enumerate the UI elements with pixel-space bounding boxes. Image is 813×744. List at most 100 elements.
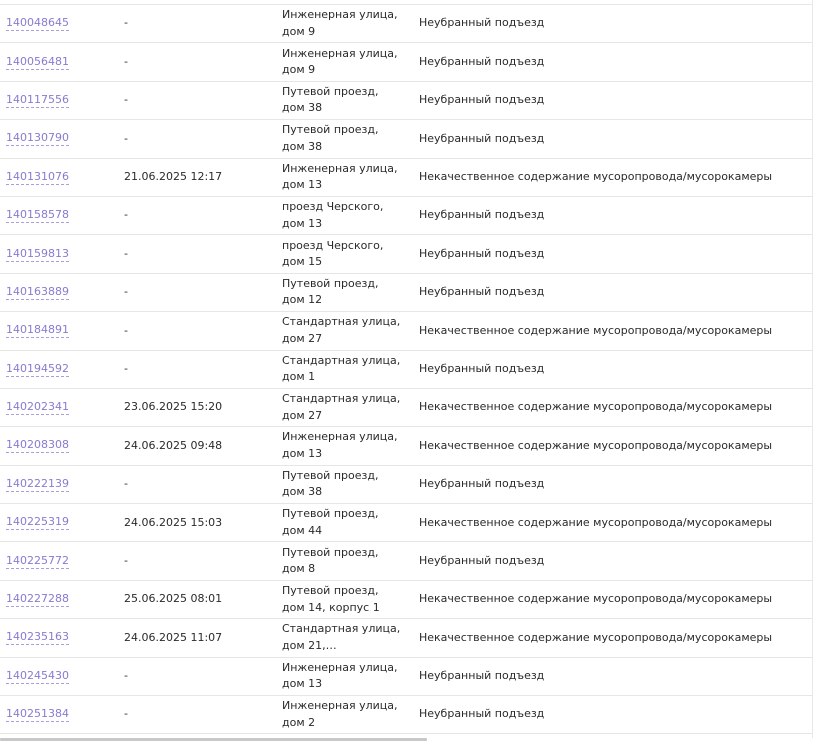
appeal-date: - (124, 131, 128, 145)
appeal-address: Стандартная улица, дом 1 (282, 353, 401, 384)
table-row: 140202341 23.06.2025 15:20 Стандартная ули… (0, 389, 813, 428)
appeal-type: Неубранный подъезд (419, 16, 545, 30)
appeal-type: Неубранный подъезд (419, 669, 545, 683)
horizontal-scrollbar[interactable] (0, 738, 427, 741)
appeal-type: Неубранный подъезд (419, 93, 545, 107)
appeal-id-link[interactable]: 140225772 (6, 554, 69, 569)
appeal-date: - (124, 208, 128, 222)
cell-date: 25.06.2025 08:01 (124, 581, 274, 618)
table-row: 140159813 - проезд Черского, дом 15 Неубран… (0, 235, 813, 274)
appeal-type: Некачественное содержание мусоропровода/… (419, 438, 773, 452)
cell-address: проезд Черского, дом 15 (282, 235, 404, 272)
appeal-id-link[interactable]: 140251384 (6, 707, 69, 723)
cell-id: 140184891 (6, 312, 116, 349)
appeal-id-link[interactable]: 140117556 (6, 93, 69, 108)
cell-address: Инженерная улица, дом 13 (282, 427, 404, 464)
appeal-id-link[interactable]: 140202341 (6, 400, 69, 416)
appeal-date: - (124, 553, 128, 567)
appeal-address: Инженерная улица, дом 13 (282, 660, 398, 691)
appeal-id-link[interactable]: 140048645 (6, 16, 69, 32)
appeal-id-link[interactable]: 140194592 (6, 362, 69, 377)
appeal-id-link[interactable]: 140131076 (6, 170, 69, 185)
cell-type: Неубранный подъезд (419, 696, 809, 733)
cell-address: Путевой проезд, дом 14, корпус 1 (282, 581, 404, 618)
cell-type: Неубранный подъезд (419, 82, 809, 119)
cell-id: 140222139 (6, 466, 116, 503)
cell-id: 140117556 (6, 82, 116, 119)
appeal-address: Путевой проезд, дом 44 (282, 507, 379, 537)
cell-address: Стандартная улица, дом 21,… (282, 619, 404, 656)
appeal-type: Неубранный подъезд (419, 361, 545, 375)
cell-id: 140131076 (6, 159, 116, 196)
table-row: 140184891 - Стандартная улица, дом 27 Некач… (0, 312, 813, 351)
cell-date: - (124, 658, 274, 695)
table-row: 140131076 21.06.2025 12:17 Инженерная улиц… (0, 159, 813, 197)
cell-address: Инженерная улица, дом 9 (282, 43, 404, 80)
appeal-id-link[interactable]: 140130790 (6, 131, 69, 147)
appeal-type: Некачественное содержание мусоропровода/… (419, 515, 773, 529)
appeal-id-link[interactable]: 140158578 (6, 208, 69, 224)
appeal-type: Неубранный подъезд (419, 707, 545, 721)
cell-id: 140194592 (6, 351, 116, 388)
appeal-id-link[interactable]: 140159813 (6, 247, 69, 262)
cell-address: Стандартная улица, дом 27 (282, 389, 404, 426)
cell-date: - (124, 351, 274, 388)
appeal-id-link[interactable]: 140245430 (6, 669, 69, 684)
appeal-address: Путевой проезд, дом 8 (282, 545, 379, 576)
cell-date: - (124, 235, 274, 272)
appeal-address: Путевой проезд, дом 38 (282, 123, 379, 153)
appeal-date: - (124, 285, 128, 299)
appeal-id-link[interactable]: 140163889 (6, 285, 69, 300)
cell-type: Некачественное содержание мусоропровода/… (419, 581, 809, 618)
appeals-table: 140048645 - Инженерная улица, дом 9 Неубран… (0, 5, 813, 735)
cell-id: 140235163 (6, 619, 116, 656)
appeal-date: 21.06.2025 12:17 (124, 170, 223, 183)
appeal-address: проезд Черского, дом 15 (282, 238, 384, 269)
appeal-address: Инженерная улица, дом 13 (282, 161, 398, 192)
appeal-date: 24.06.2025 09:48 (124, 438, 223, 452)
appeal-type: Некачественное содержание мусоропровода/… (419, 400, 773, 414)
table-row: 140194592 - Стандартная улица, дом 1 Неубра… (0, 351, 813, 389)
table-row: 140251384 - Инженерная улица, дом 2 Неубран… (0, 696, 813, 735)
cell-address: Путевой проезд, дом 38 (282, 82, 404, 119)
cell-date: 24.06.2025 09:48 (124, 427, 274, 464)
appeal-date: - (124, 361, 128, 375)
appeal-address: Путевой проезд, дом 38 (282, 468, 379, 499)
table-row: 140227288 25.06.2025 08:01 Путевой проезд,… (0, 581, 813, 620)
cell-date: - (124, 43, 274, 80)
appeal-address: Инженерная улица, дом 9 (282, 46, 398, 77)
appeal-id-link[interactable]: 140056481 (6, 55, 69, 70)
cell-address: Путевой проезд, дом 12 (282, 274, 404, 311)
appeal-date: - (124, 246, 128, 260)
appeal-date: - (124, 16, 128, 30)
appeal-id-link[interactable]: 140227288 (6, 592, 69, 608)
cell-address: Инженерная улица, дом 9 (282, 5, 404, 42)
cell-address: Путевой проезд, дом 38 (282, 120, 404, 157)
cell-type: Неубранный подъезд (419, 235, 809, 272)
appeal-id-link[interactable]: 140235163 (6, 630, 69, 646)
appeal-address: Путевой проезд, дом 14, корпус 1 (282, 584, 380, 614)
cell-id: 140225772 (6, 542, 116, 579)
cell-type: Неубранный подъезд (419, 466, 809, 503)
cell-date: 24.06.2025 11:07 (124, 619, 274, 656)
table-row: 140163889 - Путевой проезд, дом 12 Неубранн… (0, 274, 813, 313)
cell-date: - (124, 82, 274, 119)
cell-address: проезд Черского, дом 13 (282, 197, 404, 234)
appeal-id-link[interactable]: 140184891 (6, 323, 69, 339)
cell-id: 140227288 (6, 581, 116, 618)
appeal-date: 24.06.2025 15:03 (124, 515, 223, 529)
cell-address: Инженерная улица, дом 13 (282, 658, 404, 695)
cell-date: - (124, 274, 274, 311)
appeal-address: Стандартная улица, дом 27 (282, 315, 401, 345)
appeal-id-link[interactable]: 140208308 (6, 438, 69, 454)
appeal-date: - (124, 669, 128, 683)
cell-address: Инженерная улица, дом 2 (282, 696, 404, 733)
cell-type: Неубранный подъезд (419, 5, 809, 42)
appeal-type: Некачественное содержание мусоропровода/… (419, 630, 773, 644)
appeal-id-link[interactable]: 140222139 (6, 477, 69, 492)
cell-id: 140048645 (6, 5, 116, 42)
cell-type: Неубранный подъезд (419, 43, 809, 80)
appeal-id-link[interactable]: 140225319 (6, 515, 69, 531)
cell-address: Путевой проезд, дом 38 (282, 466, 404, 503)
appeal-date: 23.06.2025 15:20 (124, 400, 223, 414)
